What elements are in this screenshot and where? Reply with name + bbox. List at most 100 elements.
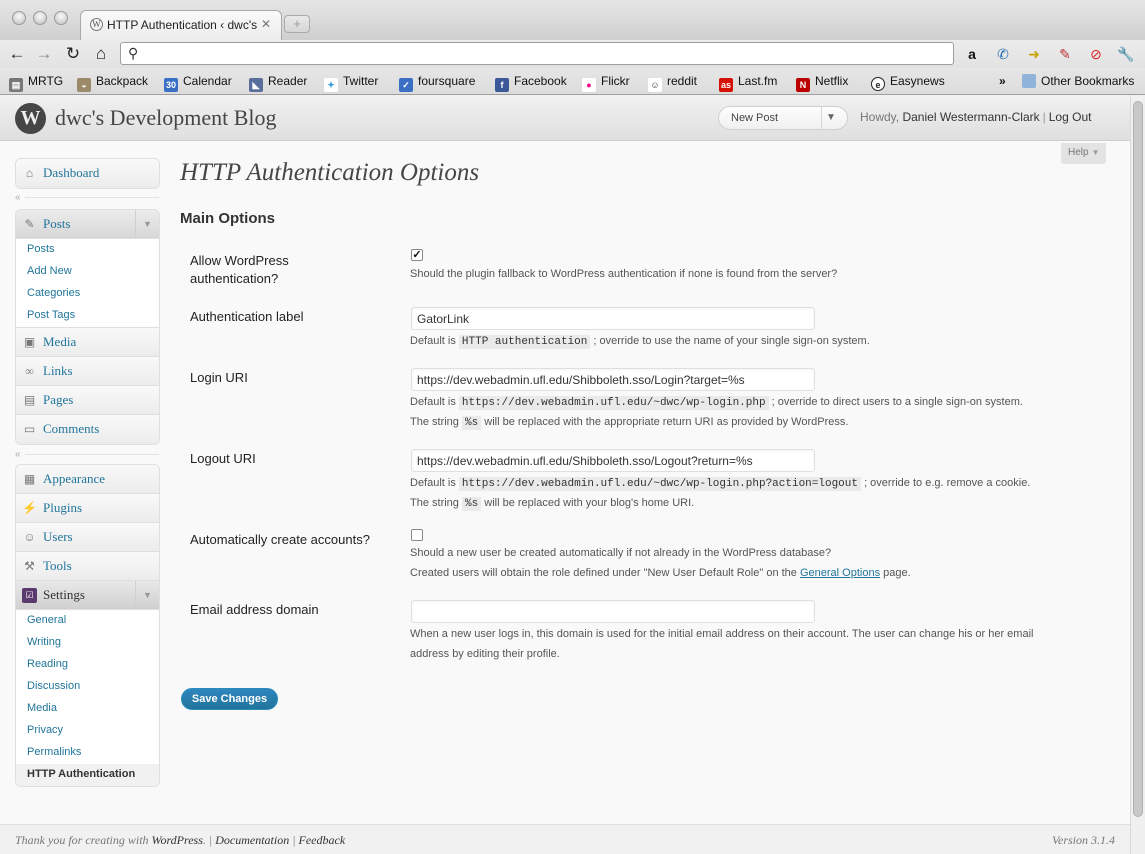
address-bar[interactable]: ⚲ xyxy=(120,42,954,65)
documentation-link[interactable]: Documentation xyxy=(215,833,289,847)
submenu-item-http-authentication[interactable]: HTTP Authentication xyxy=(16,764,159,786)
forward-arrow-icon[interactable]: → xyxy=(33,43,55,65)
auto-create-label: Automatically create accounts? xyxy=(190,532,370,547)
new-post-button[interactable]: New Post xyxy=(731,112,778,124)
chevron-down-icon[interactable]: ▼ xyxy=(826,112,836,123)
version-text: Version 3.1.4 xyxy=(1052,833,1115,847)
submenu-item-reading[interactable]: Reading xyxy=(16,654,159,676)
media-icon: ▣ xyxy=(23,335,36,349)
zoom-window-button[interactable] xyxy=(54,11,68,25)
sidebar-item-comments[interactable]: ▭ Comments xyxy=(16,415,159,444)
bookmark-easynews[interactable]: e Easynews xyxy=(871,74,945,91)
submenu-item-general[interactable]: General xyxy=(16,610,159,632)
sidebar-item-dashboard[interactable]: ⌂ Dashboard xyxy=(16,159,159,188)
menu-separator[interactable]: « xyxy=(15,449,160,461)
stop-extension-icon[interactable]: ⊘ xyxy=(1086,44,1106,64)
auto-create-checkbox[interactable] xyxy=(411,529,423,541)
browser-tab[interactable]: W HTTP Authentication ‹ dwc's ✕ xyxy=(80,10,282,40)
wrench-menu-icon[interactable]: 🔧 xyxy=(1116,44,1136,64)
auto-create-description: Should a new user be created automatical… xyxy=(410,547,832,559)
settings-submenu: General Writing Reading Discussion Media… xyxy=(16,610,159,786)
logout-link[interactable]: Log Out xyxy=(1049,110,1092,124)
email-domain-input[interactable] xyxy=(411,600,815,623)
admin-header: W dwc's Development Blog New Post ▼ Howd… xyxy=(0,95,1130,141)
submenu-item-categories[interactable]: Categories xyxy=(16,283,159,305)
howdy-text: Howdy, xyxy=(860,110,900,124)
submenu-item-permalinks[interactable]: Permalinks xyxy=(16,742,159,764)
phone-extension-icon[interactable]: ✆ xyxy=(993,44,1013,64)
menu-dashboard-group: ⌂ Dashboard xyxy=(15,158,160,189)
dropdown-divider xyxy=(821,107,822,129)
email-domain-label: Email address domain xyxy=(190,602,319,617)
bookmarks-bar: ▤ MRTG ◒ Backpack 30 Calendar ◣ Reader ✦ Twit… xyxy=(0,68,1145,95)
bookmark-backpack[interactable]: ◒ Backpack xyxy=(77,74,148,92)
chevron-down-icon[interactable]: ▼ xyxy=(135,210,159,238)
bookmarks-overflow-button[interactable]: » xyxy=(999,74,1006,88)
page-scrollbar[interactable] xyxy=(1130,95,1145,854)
close-window-button[interactable] xyxy=(12,11,26,25)
help-tab[interactable]: Help ▼ xyxy=(1061,143,1106,164)
close-tab-icon[interactable]: ✕ xyxy=(261,17,271,31)
bookmark-twitter[interactable]: ✦ Twitter xyxy=(324,74,378,92)
submenu-item-posts[interactable]: Posts xyxy=(16,239,159,261)
calendar-icon: 30 xyxy=(164,78,178,92)
feedback-link[interactable]: Feedback xyxy=(299,833,346,847)
logout-uri-description: Default is https://dev.webadmin.ufl.edu/… xyxy=(410,477,1031,491)
reload-icon[interactable]: ↻ xyxy=(62,43,84,65)
login-uri-input[interactable]: https://dev.webadmin.ufl.edu/Shibboleth.… xyxy=(411,368,815,391)
back-arrow-icon[interactable]: ← xyxy=(6,43,28,65)
logout-uri-input[interactable]: https://dev.webadmin.ufl.edu/Shibboleth.… xyxy=(411,449,815,472)
sidebar-item-settings[interactable]: ☑ Settings ▼ xyxy=(16,581,159,610)
sidebar-item-plugins[interactable]: ⚡ Plugins xyxy=(16,494,159,523)
submenu-item-post-tags[interactable]: Post Tags xyxy=(16,305,159,327)
wordpress-link[interactable]: WordPress xyxy=(152,833,203,847)
arrow-extension-icon[interactable]: ➜ xyxy=(1024,44,1044,64)
sidebar-item-media[interactable]: ▣ Media xyxy=(16,328,159,357)
new-tab-button[interactable]: + xyxy=(284,15,310,33)
bookmark-lastfm[interactable]: as Last.fm xyxy=(719,74,777,92)
appearance-icon: ▦ xyxy=(23,472,36,486)
auth-label-input[interactable]: GatorLink xyxy=(411,307,815,330)
general-options-link[interactable]: General Options xyxy=(800,567,880,579)
sidebar-item-links[interactable]: ∞ Links xyxy=(16,357,159,386)
other-bookmarks-folder[interactable]: Other Bookmarks xyxy=(1022,74,1134,88)
sidebar-item-tools[interactable]: ⚒ Tools xyxy=(16,552,159,581)
user-profile-link[interactable]: Daniel Westermann-Clark xyxy=(902,110,1039,124)
submenu-item-writing[interactable]: Writing xyxy=(16,632,159,654)
save-changes-button[interactable]: Save Changes xyxy=(181,688,278,710)
favorite-actions-dropdown[interactable]: New Post ▼ xyxy=(718,106,848,130)
bookmark-netflix[interactable]: N Netflix xyxy=(796,74,848,92)
minimize-window-button[interactable] xyxy=(33,11,47,25)
sidebar-item-posts[interactable]: ✎ Posts ▼ xyxy=(16,210,159,239)
sidebar-item-appearance[interactable]: ▦ Appearance xyxy=(16,465,159,494)
page-title: HTTP Authentication Options xyxy=(180,159,480,186)
tool-extension-icon[interactable]: ✎ xyxy=(1055,44,1075,64)
user-info: Howdy, Daniel Westermann-Clark | Log Out xyxy=(860,110,1091,124)
sidebar-item-users[interactable]: ☺ Users xyxy=(16,523,159,552)
submenu-item-discussion[interactable]: Discussion xyxy=(16,676,159,698)
bookmark-reddit[interactable]: ☺ reddit xyxy=(648,74,697,92)
site-name[interactable]: dwc's Development Blog xyxy=(55,105,276,131)
chevron-down-icon[interactable]: ▼ xyxy=(135,581,159,609)
allow-wp-auth-checkbox[interactable]: ✓ xyxy=(411,249,423,261)
bookmark-flickr[interactable]: ● Flickr xyxy=(582,74,630,92)
scrollbar-thumb[interactable] xyxy=(1133,101,1143,817)
amazon-extension-icon[interactable]: a xyxy=(962,44,982,64)
sidebar-item-pages[interactable]: ▤ Pages xyxy=(16,386,159,415)
menu-separator[interactable]: « xyxy=(15,192,160,204)
email-domain-description: When a new user logs in, this domain is … xyxy=(410,628,1034,640)
login-uri-description-2: The string %s will be replaced with the … xyxy=(410,416,849,430)
bookmark-facebook[interactable]: f Facebook xyxy=(495,74,567,92)
posts-submenu: Posts Add New Categories Post Tags xyxy=(16,239,159,328)
backpack-icon: ◒ xyxy=(77,78,91,92)
submenu-item-privacy[interactable]: Privacy xyxy=(16,720,159,742)
bookmark-mrtg[interactable]: ▤ MRTG xyxy=(9,74,63,92)
bookmark-foursquare[interactable]: ✓ foursquare xyxy=(399,74,475,92)
bookmark-calendar[interactable]: 30 Calendar xyxy=(164,74,232,92)
wordpress-logo-icon: W xyxy=(15,103,46,134)
bookmark-reader[interactable]: ◣ Reader xyxy=(249,74,307,92)
netflix-icon: N xyxy=(796,78,810,92)
home-icon[interactable]: ⌂ xyxy=(90,43,112,65)
submenu-item-add-new[interactable]: Add New xyxy=(16,261,159,283)
submenu-item-media[interactable]: Media xyxy=(16,698,159,720)
